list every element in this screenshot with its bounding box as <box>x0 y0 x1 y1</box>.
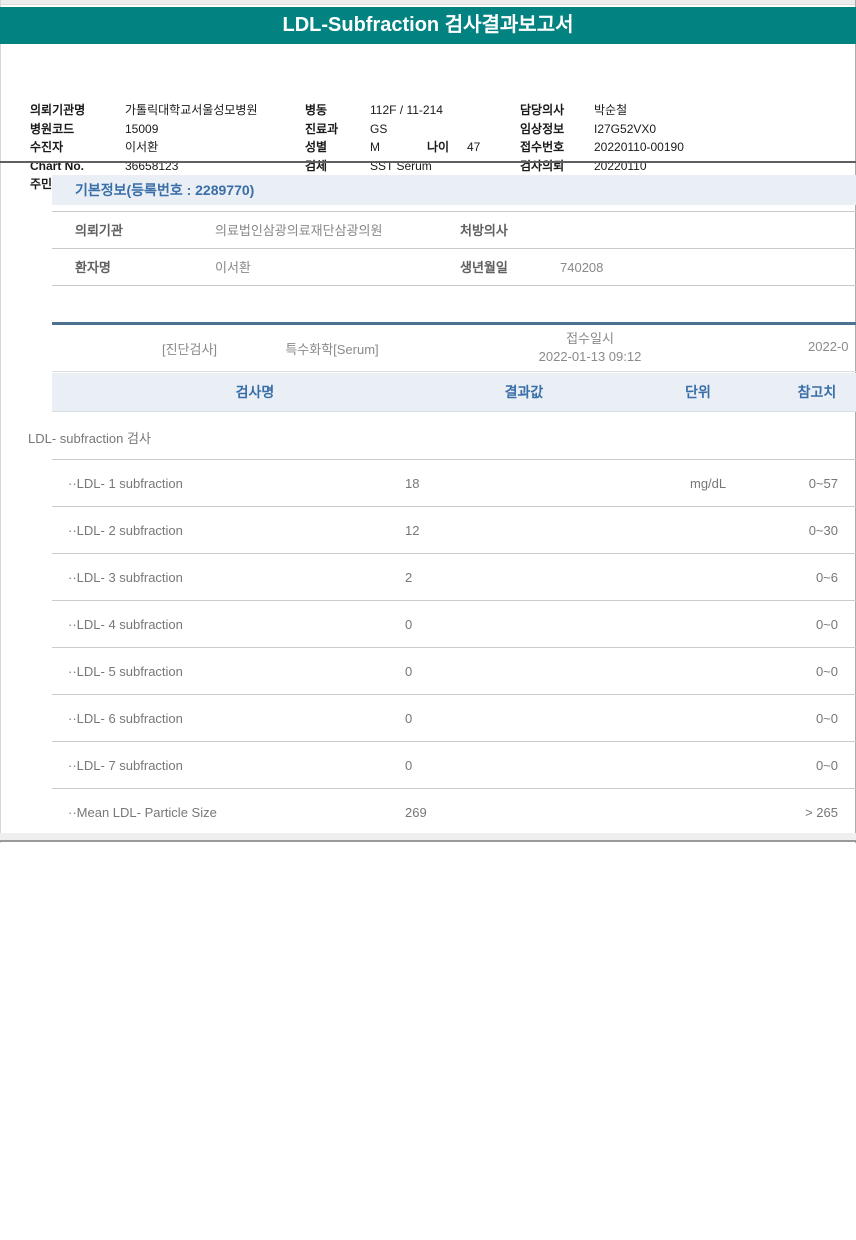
result-value: 0 <box>405 695 412 742</box>
results-table-header: 검사명 결과값 단위 참고치 <box>52 373 856 412</box>
field-value-institution: 가톨릭대학교서울성모병원 <box>125 102 257 118</box>
table-row: ··LDL- 4 subfraction 0 0~0 <box>52 600 856 647</box>
result-name: ··LDL- 6 subfraction <box>68 695 183 742</box>
table-row: ··LDL- 2 subfraction 12 0~30 <box>52 506 856 553</box>
basic-info-title: 기본정보(등록번호 : 2289770) <box>52 175 856 205</box>
basic-value-request-org: 의료법인삼광의료재단삼광의원 <box>215 212 382 249</box>
result-name: ··LDL- 7 subfraction <box>68 742 183 789</box>
window-top-strip <box>0 0 856 5</box>
basic-info-header: 기본정보(등록번호 : 2289770) <box>52 175 856 205</box>
basic-label-birthdate: 생년월일 <box>460 249 508 286</box>
result-name: ··LDL- 3 subfraction <box>68 554 183 601</box>
result-reference: 0~57 <box>712 460 838 507</box>
result-value: 12 <box>405 507 419 554</box>
table-row: ··Mean LDL- Particle Size 269 > 265 <box>52 788 856 835</box>
field-value-doctor: 박순철 <box>594 102 627 118</box>
table-row: ··LDL- 7 subfraction 0 0~0 <box>52 741 856 788</box>
result-value: 18 <box>405 460 419 507</box>
basic-value-birthdate: 740208 <box>560 249 603 286</box>
col-header-unit: 단위 <box>658 373 738 412</box>
result-reference: > 265 <box>712 789 838 836</box>
result-reference: 0~0 <box>712 601 838 648</box>
result-reference: 0~30 <box>712 507 838 554</box>
table-row: 의뢰기관 의료법인삼광의료재단삼광의원 처방의사 <box>52 212 856 249</box>
field-label-clinical-info: 임상정보 <box>520 121 564 137</box>
field-value-ward: 112F / 11-214 <box>370 102 443 118</box>
section-test-group: 특수화학[Serum] <box>252 339 412 358</box>
table-row: ··LDL- 5 subfraction 0 0~0 <box>52 647 856 694</box>
result-value: 2 <box>405 554 412 601</box>
basic-label-prescribing-doctor: 처방의사 <box>460 212 508 249</box>
field-value-receipt-no: 20220110-00190 <box>594 139 684 155</box>
field-value-department: GS <box>370 121 387 137</box>
basic-label-request-org: 의뢰기관 <box>75 212 123 249</box>
basic-info-table: 의뢰기관 의료법인삼광의료재단삼광의원 처방의사 환자명 이서환 생년월일 74… <box>52 211 856 287</box>
section-truncated-datetime: 2022-0 <box>808 339 848 354</box>
result-value: 0 <box>405 742 412 789</box>
basic-label-patient-name: 환자명 <box>75 249 111 286</box>
field-value-sex: M <box>370 139 380 155</box>
patient-info-block: 의뢰기관명 가톨릭대학교서울성모병원 병원코드 15009 수진자 이서환 Ch… <box>0 44 856 160</box>
result-value: 0 <box>405 648 412 695</box>
result-name: ··LDL- 5 subfraction <box>68 648 183 695</box>
result-value: 0 <box>405 601 412 648</box>
test-section-row: [진단검사] 특수화학[Serum] 접수일시 2022-01-13 09:12… <box>52 322 856 372</box>
field-label-institution: 의뢰기관명 <box>30 102 85 118</box>
field-label-age: 나이 <box>427 139 449 155</box>
section-divider <box>0 161 856 163</box>
section-receipt-datetime: 접수일시 2022-01-13 09:12 <box>490 330 690 366</box>
test-group-title: LDL- subfraction 검사 <box>28 428 151 447</box>
field-label-receipt-no: 접수번호 <box>520 139 564 155</box>
report-title-bar: LDL-Subfraction 검사결과보고서 <box>0 7 856 44</box>
result-name: ··LDL- 4 subfraction <box>68 601 183 648</box>
results-table-body: ··LDL- 1 subfraction 18 mg/dL 0~57 ··LDL… <box>52 459 856 835</box>
receipt-datetime-label: 접수일시 <box>566 331 614 346</box>
field-label-department: 진료과 <box>305 121 338 137</box>
col-header-result-value: 결과값 <box>464 373 584 412</box>
field-value-patient: 이서환 <box>125 139 158 155</box>
col-header-reference: 참고치 <box>777 373 856 412</box>
field-label-doctor: 담당의사 <box>520 102 564 118</box>
receipt-datetime-value: 2022-01-13 09:12 <box>539 349 642 364</box>
result-name: ··Mean LDL- Particle Size <box>68 789 217 836</box>
report-page: LDL-Subfraction 검사결과보고서 의뢰기관명 가톨릭대학교서울성모… <box>0 0 856 1240</box>
result-reference: 0~0 <box>712 742 838 789</box>
section-category: [진단검사] <box>142 339 237 358</box>
field-value-clinical-info: I27G52VX0 <box>594 121 656 137</box>
field-value-hospital-code: 15009 <box>125 121 158 137</box>
result-name: ··LDL- 2 subfraction <box>68 507 183 554</box>
field-label-patient: 수진자 <box>30 139 63 155</box>
result-reference: 0~6 <box>712 554 838 601</box>
field-label-ward: 병동 <box>305 102 327 118</box>
col-header-test-name: 검사명 <box>175 373 335 412</box>
result-value: 269 <box>405 789 427 836</box>
result-reference: 0~0 <box>712 648 838 695</box>
content-bottom-band <box>0 833 856 842</box>
field-value-age: 47 <box>467 139 480 155</box>
table-row: ··LDL- 6 subfraction 0 0~0 <box>52 694 856 741</box>
result-reference: 0~0 <box>712 695 838 742</box>
result-name: ··LDL- 1 subfraction <box>68 460 183 507</box>
page-title: LDL-Subfraction 검사결과보고서 <box>0 7 856 44</box>
field-label-hospital-code: 병원코드 <box>30 121 74 137</box>
table-row: ··LDL- 1 subfraction 18 mg/dL 0~57 <box>52 459 856 506</box>
basic-value-patient-name: 이서환 <box>215 249 251 286</box>
field-label-sex: 성별 <box>305 139 327 155</box>
table-row: ··LDL- 3 subfraction 2 0~6 <box>52 553 856 600</box>
table-row: 환자명 이서환 생년월일 740208 <box>52 249 856 286</box>
